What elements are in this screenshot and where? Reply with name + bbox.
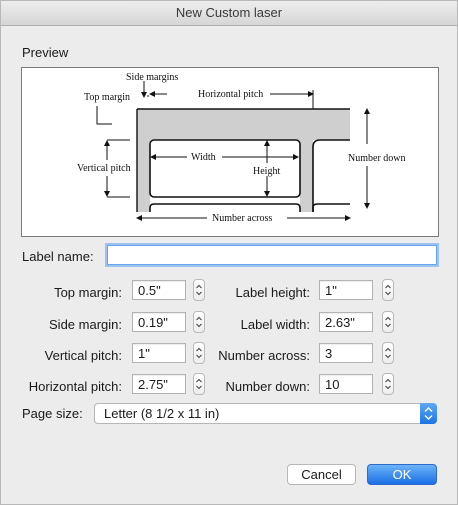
- preview-label: Preview: [22, 45, 69, 60]
- page-size-select[interactable]: Letter (8 1/2 x 11 in): [94, 403, 437, 424]
- stepper-arrows-icon: [385, 378, 391, 390]
- label-width-field[interactable]: 2.63": [319, 312, 373, 332]
- stepper-arrows-icon: [196, 316, 202, 328]
- label-name-label: Label name:: [22, 249, 94, 264]
- stepper-arrows-icon: [385, 347, 391, 359]
- diagram-width-text: Width: [191, 152, 216, 163]
- stepper-arrows-icon: [385, 284, 391, 296]
- preview-diagram: Side margins Top margin Horizontal pitch…: [21, 67, 439, 237]
- horizontal-pitch-field[interactable]: 2.75": [132, 374, 186, 394]
- vertical-pitch-stepper[interactable]: [193, 342, 205, 364]
- diagram-height-text: Height: [253, 166, 280, 177]
- diagram-number-across-text: Number across: [212, 213, 272, 224]
- label-height-field[interactable]: 1": [319, 280, 373, 300]
- diagram-horizontal-pitch-text: Horizontal pitch: [198, 89, 263, 100]
- stepper-arrows-icon: [196, 378, 202, 390]
- top-margin-field[interactable]: 0.5": [132, 280, 186, 300]
- page-size-value: Letter (8 1/2 x 11 in): [104, 406, 220, 421]
- stepper-arrows-icon: [196, 347, 202, 359]
- side-margin-field[interactable]: 0.19": [132, 312, 186, 332]
- label-width-stepper[interactable]: [382, 311, 394, 333]
- vertical-pitch-label: Vertical pitch:: [44, 348, 122, 363]
- diagram-side-margins-text: Side margins: [126, 72, 178, 83]
- vertical-pitch-field[interactable]: 1": [132, 343, 186, 363]
- side-margin-label: Side margin:: [49, 317, 122, 332]
- window-title: New Custom laser: [1, 1, 457, 26]
- horizontal-pitch-label: Horizontal pitch:: [28, 379, 122, 394]
- stepper-arrows-icon: [385, 316, 391, 328]
- ok-button[interactable]: OK: [367, 464, 437, 485]
- diagram-vertical-pitch-text: Vertical pitch: [77, 163, 131, 174]
- page-size-label: Page size:: [22, 406, 83, 421]
- label-width-label: Label width:: [240, 317, 310, 332]
- number-across-stepper[interactable]: [382, 342, 394, 364]
- number-across-label: Number across:: [218, 348, 310, 363]
- number-down-stepper[interactable]: [382, 373, 394, 395]
- cancel-button[interactable]: Cancel: [287, 464, 356, 485]
- horizontal-pitch-stepper[interactable]: [193, 373, 205, 395]
- number-down-field[interactable]: 10: [319, 374, 373, 394]
- label-name-input[interactable]: [107, 245, 437, 265]
- stepper-arrows-icon: [196, 284, 202, 296]
- top-margin-stepper[interactable]: [193, 279, 205, 301]
- popup-arrows-icon: [420, 403, 437, 424]
- label-height-stepper[interactable]: [382, 279, 394, 301]
- side-margin-stepper[interactable]: [193, 311, 205, 333]
- diagram-number-down-text: Number down: [348, 153, 406, 164]
- label-height-label: Label height:: [235, 285, 310, 300]
- number-across-field[interactable]: 3: [319, 343, 373, 363]
- label-layout-diagram: Side margins Top margin Horizontal pitch…: [77, 72, 406, 224]
- dialog-window: New Custom laser Preview Side margins To…: [0, 0, 458, 505]
- top-margin-label: Top margin:: [54, 285, 122, 300]
- diagram-top-margin-text: Top margin: [84, 92, 130, 103]
- number-down-label: Number down:: [225, 379, 310, 394]
